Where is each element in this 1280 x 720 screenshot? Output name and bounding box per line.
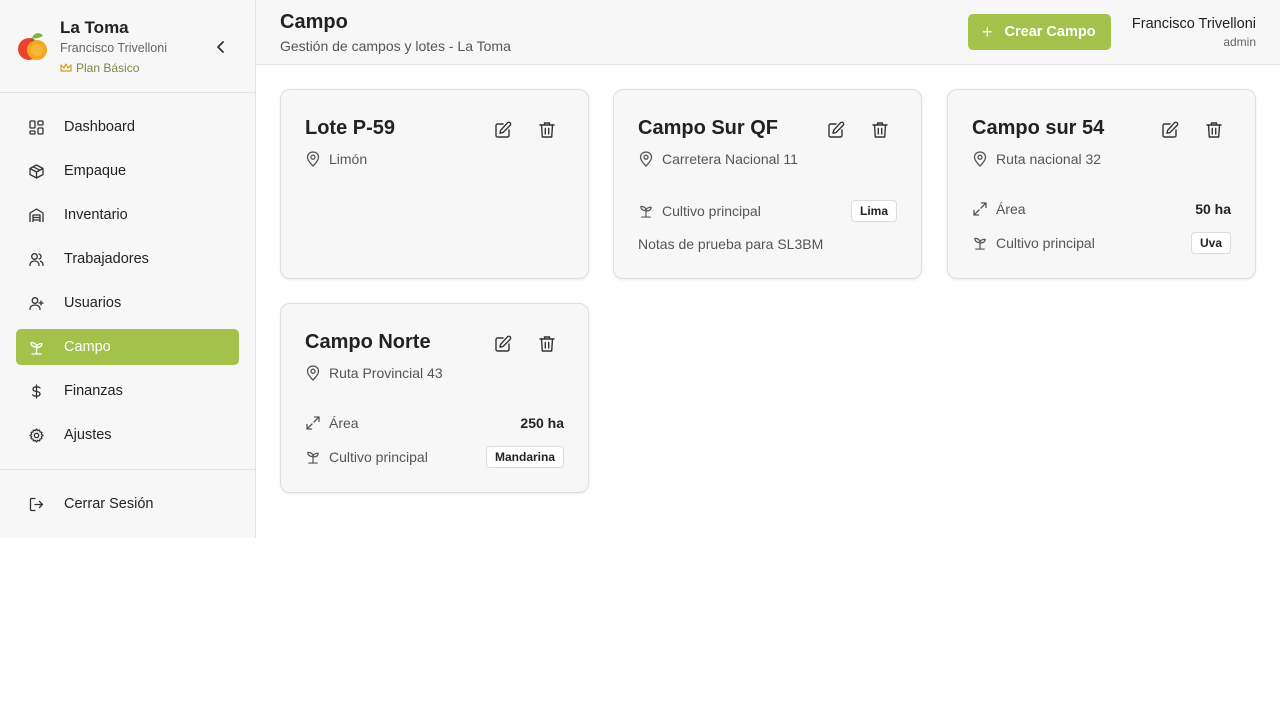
edit-icon[interactable] bbox=[1161, 121, 1179, 139]
area-value: 250 ha bbox=[520, 415, 564, 431]
logout-icon bbox=[28, 496, 44, 512]
trash-icon[interactable] bbox=[538, 121, 556, 139]
nav-label: Finanzas bbox=[64, 383, 123, 399]
sprout-icon bbox=[972, 235, 988, 251]
crop-row: Cultivo principal Mandarina bbox=[305, 446, 564, 468]
campo-card: Campo sur 54 Ruta nacional 32 Área 50 ha… bbox=[947, 89, 1256, 279]
page-title: Campo bbox=[280, 11, 348, 33]
crop-label: Cultivo principal bbox=[329, 449, 428, 465]
page-header: Campo Gestión de campos y lotes - La Tom… bbox=[256, 0, 1280, 65]
nav-item-dashboard[interactable]: Dashboard bbox=[16, 109, 239, 145]
campo-card: Campo Sur QF Carretera Nacional 11 Culti… bbox=[613, 89, 922, 279]
users-icon bbox=[28, 251, 44, 267]
sprout-icon bbox=[28, 339, 44, 355]
expand-icon bbox=[305, 415, 321, 431]
crop-badge: Mandarina bbox=[485, 446, 564, 468]
nav-label: Trabajadores bbox=[64, 251, 149, 267]
sprout-icon bbox=[305, 449, 321, 465]
nav-item-finanzas[interactable]: Finanzas bbox=[16, 373, 239, 409]
crop-row: Cultivo principal Uva bbox=[972, 232, 1231, 254]
page-subtitle: Gestión de campos y lotes - La Toma bbox=[280, 38, 511, 54]
nav-item-inventario[interactable]: Inventario bbox=[16, 197, 239, 233]
card-title: Campo Sur QF bbox=[638, 117, 779, 139]
card-location: Limón bbox=[305, 151, 367, 167]
create-campo-button[interactable]: + Crear Campo bbox=[968, 14, 1111, 50]
area-label: Área bbox=[996, 201, 1026, 217]
card-title: Lote P-59 bbox=[305, 117, 396, 139]
brand-name: La Toma bbox=[60, 18, 129, 37]
brand-user: Francisco Trivelloni bbox=[60, 41, 167, 55]
nav-label: Empaque bbox=[64, 163, 127, 179]
location-text: Ruta nacional 32 bbox=[996, 151, 1102, 167]
crop-badge: Uva bbox=[1190, 232, 1231, 254]
location-text: Carretera Nacional 11 bbox=[662, 151, 798, 167]
user-plus-icon bbox=[28, 295, 44, 311]
fruit-logo-icon bbox=[18, 33, 47, 60]
map-pin-icon bbox=[305, 151, 321, 167]
nav-label: Dashboard bbox=[64, 119, 135, 135]
map-pin-icon bbox=[305, 365, 321, 381]
map-pin-icon bbox=[972, 151, 988, 167]
nav-item-usuarios[interactable]: Usuarios bbox=[16, 285, 239, 321]
area-value: 50 ha bbox=[1195, 201, 1231, 217]
trash-icon[interactable] bbox=[1205, 121, 1223, 139]
create-campo-label: Crear Campo bbox=[1004, 24, 1096, 40]
area-row: Área 250 ha bbox=[305, 415, 564, 431]
brand-header: La Toma Francisco Trivelloni Plan Básico bbox=[0, 0, 255, 93]
trash-icon[interactable] bbox=[871, 121, 889, 139]
location-text: Ruta Provincial 43 bbox=[329, 365, 443, 381]
crop-row: Cultivo principal Lima bbox=[638, 200, 897, 222]
crown-icon bbox=[60, 63, 72, 72]
card-location: Ruta Provincial 43 bbox=[305, 365, 443, 381]
edit-icon[interactable] bbox=[494, 335, 512, 353]
nav-label: Ajustes bbox=[64, 427, 112, 443]
nav-divider bbox=[0, 469, 255, 470]
logout-section: Cerrar Sesión bbox=[16, 486, 239, 530]
chevron-left-icon bbox=[217, 41, 224, 53]
nav-label: Usuarios bbox=[64, 295, 122, 311]
plus-icon: + bbox=[982, 22, 993, 42]
logout-button[interactable]: Cerrar Sesión bbox=[16, 486, 239, 522]
package-icon bbox=[28, 163, 44, 179]
sprout-icon bbox=[638, 203, 654, 219]
edit-icon[interactable] bbox=[827, 121, 845, 139]
card-location: Carretera Nacional 11 bbox=[638, 151, 798, 167]
user-name: Francisco Trivelloni bbox=[1131, 16, 1256, 32]
gear-icon bbox=[28, 427, 44, 443]
user-role: admin bbox=[1223, 35, 1256, 49]
nav-item-trabajadores[interactable]: Trabajadores bbox=[16, 241, 239, 277]
crop-label: Cultivo principal bbox=[996, 235, 1095, 251]
card-notes: Notas de prueba para SL3BM bbox=[638, 236, 824, 252]
location-text: Limón bbox=[329, 151, 368, 167]
crop-badge: Lima bbox=[850, 200, 897, 222]
card-location: Ruta nacional 32 bbox=[972, 151, 1101, 167]
campo-card: Lote P-59 Limón bbox=[280, 89, 589, 279]
dashboard-icon bbox=[28, 119, 44, 135]
logout-label: Cerrar Sesión bbox=[64, 496, 154, 512]
crop-label: Cultivo principal bbox=[662, 203, 761, 219]
nav-item-empaque[interactable]: Empaque bbox=[16, 153, 239, 189]
collapse-sidebar-button[interactable] bbox=[211, 38, 231, 56]
plan-label: Plan Básico bbox=[76, 61, 140, 75]
warehouse-icon bbox=[28, 207, 44, 223]
map-pin-icon bbox=[638, 151, 654, 167]
nav-item-campo[interactable]: Campo bbox=[16, 329, 239, 365]
nav-item-ajustes[interactable]: Ajustes bbox=[16, 417, 239, 453]
trash-icon[interactable] bbox=[538, 335, 556, 353]
card-title: Campo sur 54 bbox=[972, 117, 1105, 139]
campo-card: Campo Norte Ruta Provincial 43 Área 250 … bbox=[280, 303, 589, 493]
main-nav: Dashboard Empaque Inventario Trabajadore… bbox=[16, 109, 239, 461]
nav-label: Inventario bbox=[64, 207, 128, 223]
edit-icon[interactable] bbox=[494, 121, 512, 139]
sidebar: La Toma Francisco Trivelloni Plan Básico… bbox=[0, 0, 256, 538]
dollar-icon bbox=[28, 383, 44, 399]
nav-label: Campo bbox=[64, 339, 111, 355]
area-label: Área bbox=[329, 415, 359, 431]
expand-icon bbox=[972, 201, 988, 217]
area-row: Área 50 ha bbox=[972, 201, 1231, 217]
card-title: Campo Norte bbox=[305, 331, 431, 353]
plan-badge: Plan Básico bbox=[60, 61, 139, 75]
